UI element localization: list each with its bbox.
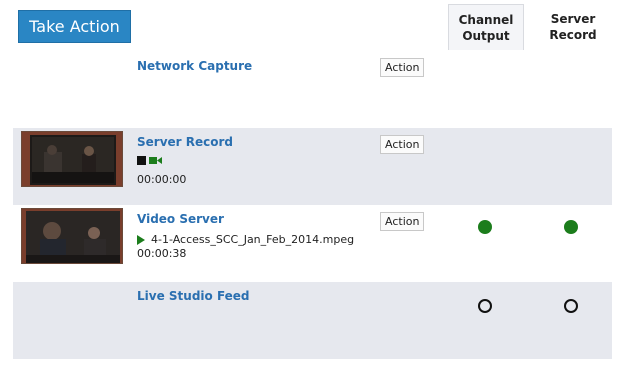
- column-header-channel-output-label: Channel Output: [458, 12, 514, 43]
- column-header-server-record-label: Server Record: [549, 12, 597, 42]
- channel-output-status-on[interactable]: [478, 220, 492, 234]
- source-row-video-server: Video Server 4-1-Access_SCC_Jan_Feb_2014…: [13, 205, 612, 282]
- camera-icon[interactable]: [149, 156, 162, 165]
- play-icon[interactable]: [137, 234, 145, 245]
- timecode: 00:00:00: [137, 173, 187, 186]
- video-thumbnail[interactable]: [21, 208, 123, 264]
- source-title[interactable]: Network Capture: [137, 59, 252, 73]
- source-title[interactable]: Server Record: [137, 135, 233, 149]
- source-row-server-record: Server Record 00:00:00 Action: [13, 128, 612, 205]
- action-button[interactable]: Action: [380, 212, 425, 231]
- channel-output-status-off[interactable]: [478, 299, 492, 313]
- source-title[interactable]: Live Studio Feed: [137, 289, 250, 303]
- timecode: 00:00:38: [137, 247, 187, 260]
- column-header-server-record: Server Record: [535, 4, 611, 50]
- action-button[interactable]: Action: [380, 135, 425, 154]
- server-record-status-off[interactable]: [564, 299, 578, 313]
- stop-icon[interactable]: [137, 156, 146, 165]
- video-thumbnail[interactable]: [21, 131, 123, 187]
- filename: 4-1-Access_SCC_Jan_Feb_2014.mpeg: [151, 233, 355, 246]
- column-header-channel-output: Channel Output: [448, 4, 524, 50]
- source-row-network-capture: Network Capture Action: [13, 55, 612, 128]
- take-action-button[interactable]: Take Action: [18, 10, 131, 43]
- source-title[interactable]: Video Server: [137, 212, 224, 226]
- source-row-live-studio-feed: Live Studio Feed: [13, 282, 612, 359]
- server-record-status-on[interactable]: [564, 220, 578, 234]
- action-button[interactable]: Action: [380, 58, 425, 77]
